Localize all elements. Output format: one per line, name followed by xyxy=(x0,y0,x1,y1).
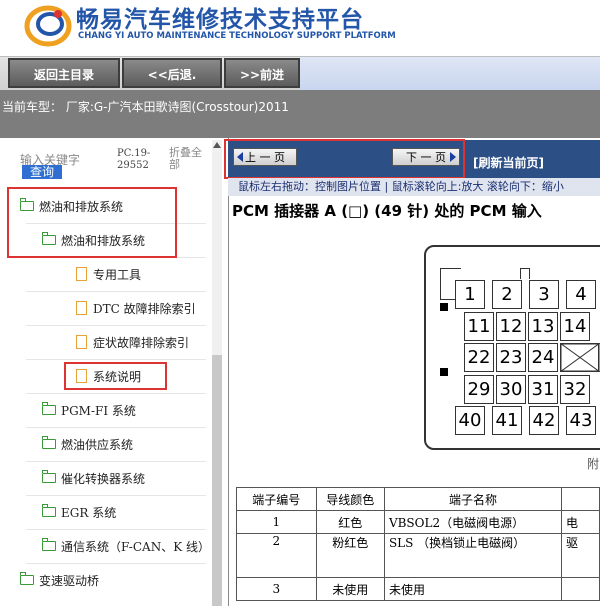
terminal-desc xyxy=(561,577,600,601)
terminal-number: 3 xyxy=(236,577,317,601)
scroll-up-icon[interactable] xyxy=(213,142,221,148)
connector-pin: 32 xyxy=(560,375,590,404)
terminal-name: VBSOL2（电磁阀电源） xyxy=(383,510,563,534)
home-button[interactable]: 返回主目录 xyxy=(8,58,120,88)
tree-item-label: DTC 故障排除索引 xyxy=(93,301,196,316)
tree-item-symptom-index[interactable]: 症状故障排除索引 xyxy=(76,325,189,359)
terminal-number: 2 xyxy=(236,533,317,578)
tree-item-pgm-fi[interactable]: PGM-FI 系统 xyxy=(41,393,136,427)
tree-item-label: 变速驱动桥 xyxy=(39,573,100,588)
connector-pin: 4 xyxy=(566,280,596,309)
connector-blank-pin xyxy=(560,343,600,372)
refresh-page-link[interactable]: [刷新当前页] xyxy=(473,154,544,171)
folder-icon xyxy=(41,470,56,483)
highlight-box xyxy=(64,362,167,390)
connector-pin: 30 xyxy=(496,375,526,404)
highlight-box xyxy=(7,187,177,258)
folder-icon xyxy=(41,436,56,449)
connector-pin: 2 xyxy=(492,280,522,309)
logo-icon xyxy=(24,5,72,47)
tree-item-label: 催化转换器系统 xyxy=(61,471,146,486)
wire-color: 粉红色 xyxy=(315,533,385,578)
tree-item-special-tools[interactable]: 专用工具 xyxy=(76,257,141,291)
column-header: 端子名称 xyxy=(383,487,563,511)
connector-pin: 42 xyxy=(529,406,559,435)
pc-code: PC.19-29552 xyxy=(117,148,151,171)
query-button[interactable]: 查询 xyxy=(22,165,62,179)
table-row: 1 红色 VBSOL2（电磁阀电源） 电 xyxy=(236,510,600,534)
highlight-box xyxy=(224,139,465,179)
scrollbar-thumb[interactable] xyxy=(212,355,222,606)
connector-pin: 40 xyxy=(455,406,485,435)
document-title: PCM 插接器 A (□) (49 针) 处的 PCM 输入 xyxy=(232,202,542,220)
tree-item-label: 燃油供应系统 xyxy=(61,437,134,452)
collapse-all-link[interactable]: 折叠全部 xyxy=(169,147,209,171)
back-button[interactable]: <<后退. xyxy=(122,58,222,88)
folder-icon xyxy=(41,402,56,415)
table-row: 2 粉红色 SLS （换档锁止电磁阀） 驱 xyxy=(236,533,600,578)
connector-pin: 23 xyxy=(496,343,526,372)
tree-item-label: 症状故障排除索引 xyxy=(93,335,190,350)
connector-pin: 29 xyxy=(464,375,494,404)
tree-item-fuel-supply[interactable]: 燃油供应系统 xyxy=(41,427,134,461)
connector-pin: 13 xyxy=(528,312,558,341)
connector-pin: 43 xyxy=(566,406,596,435)
tree-item-label: EGR 系统 xyxy=(61,505,117,520)
tree-item-communication[interactable]: 通信系统（F-CAN、K 线） xyxy=(41,529,210,563)
forward-button[interactable]: >>前进 xyxy=(224,58,300,88)
connector-pin: 3 xyxy=(529,280,559,309)
tree-item-dtc-index[interactable]: DTC 故障排除索引 xyxy=(76,291,196,325)
document-icon xyxy=(76,335,87,349)
document-icon xyxy=(76,301,87,315)
column-header: 导线颜色 xyxy=(315,487,385,511)
wire-color: 未使用 xyxy=(315,577,385,601)
column-header xyxy=(561,487,600,511)
connector-pin: 1 xyxy=(455,280,485,309)
terminal-name: SLS （换档锁止电磁阀） xyxy=(383,533,563,578)
connector-key xyxy=(440,368,448,376)
app-subtitle: CHANG YI AUTO MAINTENANCE TECHNOLOGY SUP… xyxy=(78,31,396,41)
folder-icon xyxy=(41,538,56,551)
table-header-row: 端子编号 导线颜色 端子名称 xyxy=(236,487,600,511)
current-vehicle: 当前车型： 厂家:G-广汽本田歌诗图(Crosstour)2011 xyxy=(2,100,289,114)
connector-pin: 14 xyxy=(560,312,590,341)
terminal-desc: 电 xyxy=(561,510,600,534)
connector-notch xyxy=(520,268,530,279)
column-header: 端子编号 xyxy=(236,487,317,511)
tree-item-label: 通信系统（F-CAN、K 线） xyxy=(61,539,210,554)
tree-item-catalytic[interactable]: 催化转换器系统 xyxy=(41,461,146,495)
connector-pin: 22 xyxy=(464,343,494,372)
tree-item-label: PGM-FI 系统 xyxy=(61,403,136,418)
tree-item-label: 专用工具 xyxy=(93,267,142,282)
wire-color: 红色 xyxy=(315,510,385,534)
folder-icon xyxy=(41,504,56,517)
connector-pin: 31 xyxy=(528,375,558,404)
terminal-desc: 驱 xyxy=(561,533,600,578)
tree-item-egr[interactable]: EGR 系统 xyxy=(41,495,117,529)
nav-bar-accent xyxy=(300,57,600,90)
app-title: 畅易汽车维修技术支持平台 xyxy=(76,7,364,33)
terminal-table: 端子编号 导线颜色 端子名称 1 红色 VBSOL2（电磁阀电源） 电 2 粉红… xyxy=(236,487,600,601)
folder-icon xyxy=(19,572,34,585)
terminal-name: 未使用 xyxy=(383,577,563,601)
viewer-hint: 鼠标左右拖动：控制图片位置 | 鼠标滚轮向上:放大 滚轮向下：缩小 xyxy=(228,178,600,196)
tree-item-transaxle[interactable]: 变速驱动桥 xyxy=(19,563,100,597)
connector-pin: 12 xyxy=(496,312,526,341)
attachment-note: 附 xyxy=(587,457,600,471)
terminal-number: 1 xyxy=(236,510,317,534)
connector-pin: 41 xyxy=(492,406,522,435)
connector-pin: 11 xyxy=(464,312,494,341)
document-icon xyxy=(76,267,87,281)
connector-pin: 24 xyxy=(528,343,558,372)
table-row: 3 未使用 未使用 xyxy=(236,577,600,601)
connector-key xyxy=(440,303,448,311)
